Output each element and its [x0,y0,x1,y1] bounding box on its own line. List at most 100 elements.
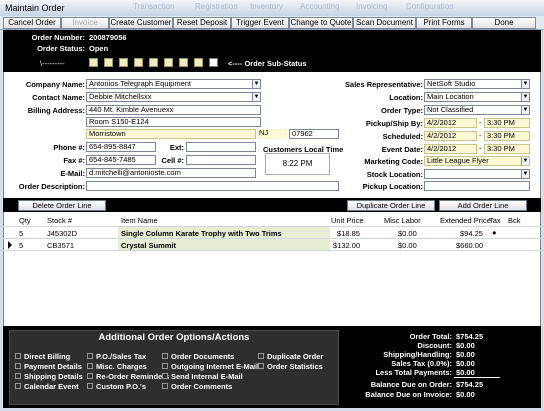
checkbox-calendar-event[interactable] [15,383,21,389]
chevron-down-icon[interactable]: ▼ [521,170,529,178]
pickup-location-field[interactable] [424,181,530,191]
chevron-down-icon[interactable]: ▼ [252,93,260,101]
state-field[interactable]: NJ [257,129,287,139]
checkbox-send-internal-email[interactable] [162,373,168,379]
chevron-down-icon[interactable]: ▼ [521,93,529,101]
done-button[interactable]: Done [472,17,536,29]
checkbox-po-sales-tax[interactable] [87,353,93,359]
order-type-select[interactable]: Not Classified ▼ [424,105,530,115]
pickup-date-field[interactable]: 4/2/2012 [424,118,477,128]
option-custom-pos[interactable]: Custom P.O.'s [96,382,146,391]
pickup-time-field[interactable]: 3:30 PM [484,118,530,128]
checkbox-custom-pos[interactable] [87,383,93,389]
fax-field[interactable]: 654-845-7485 [86,155,156,165]
row1-unit-price: $18.85 [337,229,360,238]
event-time-field[interactable]: 3:30 PM [484,144,530,154]
substatus-box-3[interactable] [119,58,128,67]
checkbox-direct-billing[interactable] [15,353,21,359]
scan-document-button[interactable]: Scan Document [353,17,416,29]
ext-field[interactable] [186,142,256,152]
address-line1-field[interactable]: 440 Mt. Kimble Avenuexx [86,105,261,115]
row1-qty: 5 [19,229,24,238]
marketing-code-select[interactable]: Little League Flyer ▼ [424,156,530,166]
ghost-tab-configuration: Configuration [406,2,454,11]
delete-order-line-button[interactable]: Delete Order Line [18,200,106,211]
city-field[interactable]: Morristown [86,129,256,139]
duplicate-order-line-button[interactable]: Duplicate Order Line [347,200,435,211]
trigger-event-button[interactable]: Trigger Event [231,17,289,29]
location-select[interactable]: Main Location ▼ [424,92,530,102]
checkbox-outgoing-emails[interactable] [162,363,168,369]
option-shipping-details[interactable]: Shipping Details [24,372,83,381]
option-order-statistics[interactable]: Order Statistics [267,362,323,371]
title-bar: Maintain Order Transaction Registration … [0,0,544,16]
checkbox-duplicate-order[interactable] [258,353,264,359]
substatus-box-9[interactable] [209,58,218,67]
chevron-down-icon[interactable]: ▼ [521,106,529,114]
chevron-down-icon[interactable]: ▼ [521,157,529,165]
window-title: Maintain Order [5,3,65,13]
order-status: Open [89,44,109,53]
substatus-box-6[interactable] [164,58,173,67]
option-send-internal-email[interactable]: Send Internal E-Mail [171,372,243,381]
scheduled-time-field[interactable]: 3:30 PM [484,131,530,141]
invoice-button[interactable]: Invoice [61,17,109,29]
option-reorder-reminders[interactable]: Re-Order Reminders [96,372,169,381]
checkbox-payment-details[interactable] [15,363,21,369]
row2-qty: 5 [19,241,24,250]
order-description-field[interactable] [86,181,339,191]
substatus-box-1[interactable] [89,58,98,67]
cell-field[interactable] [186,155,256,165]
row1-tax-icon[interactable]: ● [492,228,497,237]
checkbox-order-comments[interactable] [162,383,168,389]
option-outgoing-emails[interactable]: Outgoing Internet E-Mails [171,362,262,371]
email-field[interactable]: d.mitchelli@antonioste.com [86,168,256,178]
change-to-quote-button[interactable]: Change to Quote [289,17,353,29]
create-customer-button[interactable]: Create Customer [109,17,173,29]
checkbox-misc-charges[interactable] [87,363,93,369]
row2-item-name: Crystal Summit [121,241,177,250]
print-forms-button[interactable]: Print Forms [416,17,472,29]
stock-location-select[interactable]: ▼ [424,169,530,179]
checkbox-order-statistics[interactable] [258,363,264,369]
chevron-down-icon[interactable]: ▼ [252,80,260,88]
toolbar: Cancel Order Invoice Create Customer Res… [0,16,544,30]
scheduled-date-field[interactable]: 4/2/2012 [424,131,477,141]
row-selector-icon [8,241,12,249]
substatus-box-7[interactable] [179,58,188,67]
substatus-box-4[interactable] [134,58,143,67]
option-order-documents[interactable]: Order Documents [171,352,234,361]
checkbox-order-documents[interactable] [162,353,168,359]
option-order-comments[interactable]: Order Comments [171,382,232,391]
ghost-tab-registration: Registration [195,2,238,11]
option-payment-details[interactable]: Payment Details [24,362,82,371]
substatus-box-8[interactable] [194,58,203,67]
contact-name-value: Debbie Mitchellsxx [89,92,152,101]
event-dash: - [479,144,482,153]
option-po-sales-tax[interactable]: P.O./Sales Tax [96,352,146,361]
address-line2-field[interactable]: Room S150-E124 [86,117,261,127]
phone-field[interactable]: 654-895-8847 [86,142,156,152]
location-value: Main Location [427,92,474,101]
option-calendar-event[interactable]: Calendar Event [24,382,79,391]
checkbox-reorder-reminders[interactable] [87,373,93,379]
substatus-box-5[interactable] [149,58,158,67]
event-date-field[interactable]: 4/2/2012 [424,144,477,154]
chevron-down-icon[interactable]: ▼ [521,80,529,88]
sales-tax-value: $0.00 [456,359,475,368]
substatus-box-2[interactable] [104,58,113,67]
contact-name-field[interactable]: Debbie Mitchellsxx ▼ [86,92,261,102]
reset-deposit-button[interactable]: Reset Deposit [173,17,231,29]
option-duplicate-order[interactable]: Duplicate Order [267,352,323,361]
checkbox-shipping-details[interactable] [15,373,21,379]
option-misc-charges[interactable]: Misc. Charges [96,362,147,371]
cancel-order-button[interactable]: Cancel Order [3,17,61,29]
sales-rep-select[interactable]: NetSoft Studio ▼ [424,79,530,89]
add-order-line-button[interactable]: Add Order Line [439,200,527,211]
zip-field[interactable]: 07962 [289,129,339,139]
dashed-status-label: \--------- [40,59,65,68]
option-direct-billing[interactable]: Direct Billing [24,352,70,361]
company-name-field[interactable]: Antonios Telegraph Equipment ▼ [86,79,261,89]
ghost-tab-invoicing: Invoicing [356,2,388,11]
ghost-tab-accounting: Accounting [300,2,340,11]
